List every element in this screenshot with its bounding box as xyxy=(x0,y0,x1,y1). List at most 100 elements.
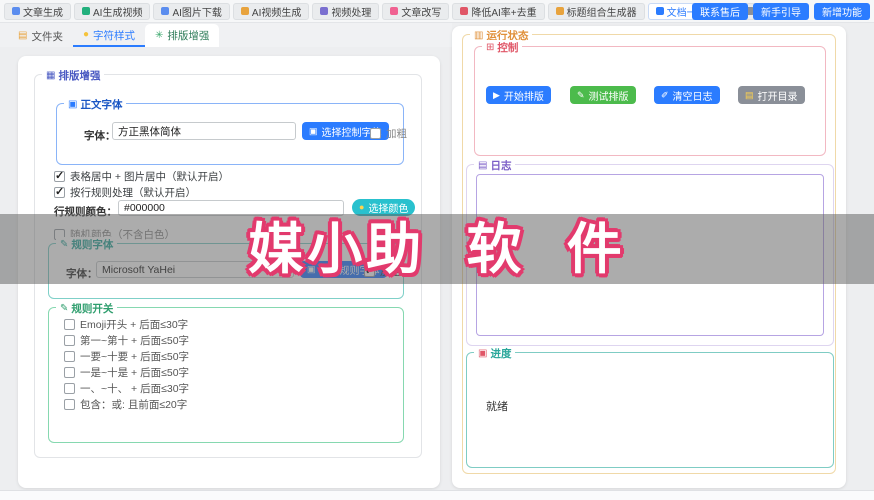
checkbox-checked-icon xyxy=(54,169,65,182)
button-label: 清空日志 xyxy=(672,91,713,103)
rule-emoji-checkbox[interactable]: Emoji开头 + 后面≤30字 xyxy=(64,317,188,332)
article-icon xyxy=(12,7,20,15)
legend-text: 正文字体 xyxy=(80,99,123,111)
button-label: 开始排版 xyxy=(503,91,544,103)
rule-first-tenth-checkbox[interactable]: 第一~第十 + 后面≤50字 xyxy=(64,333,189,348)
line-color-input[interactable] xyxy=(118,200,344,216)
test-format-button[interactable]: ✎ 测试排版 xyxy=(570,86,636,104)
tab-label: AI生成视频 xyxy=(93,7,143,19)
dedup-icon xyxy=(460,7,469,15)
sparkle-icon: ✳ xyxy=(155,29,164,41)
rule-switch-legend: ✎ 规则开关 xyxy=(56,301,118,316)
sub-tab-char-style[interactable]: ● 字符样式 xyxy=(72,25,145,47)
progress-status-text: 就绪 xyxy=(486,401,508,413)
new-features-button[interactable]: 新增功能 xyxy=(814,3,870,20)
legend-text: 日志 xyxy=(490,160,512,172)
checkbox-label: 按行规则处理（默认开启） xyxy=(70,187,196,199)
contact-support-button[interactable]: 联系售后 xyxy=(692,3,748,20)
pencil-icon: ✎ xyxy=(577,89,585,100)
monitor-icon: ▣ xyxy=(307,264,316,274)
tab-video-process[interactable]: 视频处理 xyxy=(312,2,380,20)
rule-font-bold-checkbox[interactable]: 加粗 xyxy=(364,264,401,279)
emoji-icon: ● xyxy=(82,29,89,40)
pencil-icon: ✎ xyxy=(60,302,69,314)
legend-text: 排版增强 xyxy=(58,70,101,82)
tab-article-rewrite[interactable]: 文章改写 xyxy=(382,2,450,20)
tab-label: 文章生成 xyxy=(23,7,63,19)
checkbox-icon xyxy=(64,351,75,362)
brush-icon: ✐ xyxy=(661,89,669,100)
legend-text: 进度 xyxy=(490,348,512,360)
rule-yiyao-checkbox[interactable]: 一要~十要 + 后面≤50字 xyxy=(64,349,189,364)
beginner-guide-button[interactable]: 新手引导 xyxy=(753,3,809,20)
video-process-icon xyxy=(320,7,329,15)
top-right-buttons: 联系售后 新手引导 新增功能 xyxy=(692,3,870,20)
log-output-area[interactable] xyxy=(476,174,824,336)
bottom-status-bar xyxy=(0,490,874,500)
line-color-label: 行规则颜色： xyxy=(54,206,117,218)
sub-tab-label: 文件夹 xyxy=(31,30,63,43)
checkbox-label: 加粗 xyxy=(386,128,407,140)
rule-font-input[interactable] xyxy=(96,261,294,278)
open-directory-button[interactable]: ▤ 打开目录 xyxy=(738,86,805,104)
sub-tab-label: 排版增强 xyxy=(167,30,210,42)
ai-video-icon xyxy=(82,7,90,15)
play-icon: ▶ xyxy=(493,89,500,100)
body-font-bold-checkbox[interactable]: 加粗 xyxy=(370,126,407,141)
tab-label: 视频处理 xyxy=(331,7,372,19)
rule-yishi-checkbox[interactable]: 一是~十是 + 后面≤50字 xyxy=(64,365,189,380)
font-icon: ▣ xyxy=(68,98,78,110)
legend-text: 控制 xyxy=(497,42,519,54)
tab-reduce-ai-dedup[interactable]: 降低AI率+去重 xyxy=(452,2,545,20)
clear-log-button[interactable]: ✐ 清空日志 xyxy=(654,86,720,104)
rule-numbered-checkbox[interactable]: 一、~十、 + 后面≤30字 xyxy=(64,381,189,396)
tab-article-generate[interactable]: 文章生成 xyxy=(4,2,71,20)
checkbox-label: 加粗 xyxy=(380,266,401,278)
sub-tab-folder[interactable]: ▤ 文件夹 xyxy=(8,25,73,47)
tab-ai-image-download[interactable]: AI图片下载 xyxy=(153,2,230,20)
folder-icon: ▤ xyxy=(745,89,754,100)
progress-group xyxy=(466,352,834,468)
body-font-legend: ▣ 正文字体 xyxy=(64,97,127,112)
checkbox-label: 表格居中 + 图片居中（默认开启） xyxy=(70,171,229,183)
tab-title-combo-generator[interactable]: 标题组合生成器 xyxy=(547,2,645,20)
tab-ai-generate-video[interactable]: AI生成视频 xyxy=(74,2,151,20)
sub-tab-label: 字符样式 xyxy=(93,29,135,42)
checkbox-icon xyxy=(64,383,75,394)
checkbox-icon xyxy=(64,367,75,378)
clipboard-icon: ▦ xyxy=(46,69,56,81)
combo-icon xyxy=(555,7,564,15)
button-label: 测试排版 xyxy=(588,91,629,103)
image-download-icon xyxy=(161,7,170,15)
start-format-button[interactable]: ▶ 开始排版 xyxy=(486,86,551,104)
pick-color-button[interactable]: ● 选择颜色 xyxy=(352,199,416,216)
sub-tab-format-enhance[interactable]: ✳ 排版增强 xyxy=(145,24,220,47)
checkbox-icon xyxy=(64,399,75,410)
grid-icon: ⊞ xyxy=(486,41,495,53)
tab-label: 标题组合生成器 xyxy=(566,7,637,19)
checkbox-label: 包含：或: 且前面≤20字 xyxy=(80,399,188,411)
center-table-image-checkbox[interactable]: 表格居中 + 图片居中（默认开启） xyxy=(54,169,229,184)
body-font-input[interactable] xyxy=(112,122,296,140)
body-font-label: 字体： xyxy=(84,130,116,142)
legend-text: 规则字体 xyxy=(71,239,114,251)
tab-ai-video-generate[interactable]: AI视频生成 xyxy=(232,2,310,20)
checkbox-icon xyxy=(370,128,381,139)
monitor-icon: ▣ xyxy=(309,125,318,136)
checkbox-label: 第一~第十 + 后面≤50字 xyxy=(80,335,190,347)
folder-icon: ▤ xyxy=(18,30,28,41)
control-legend: ⊞ 控制 xyxy=(482,40,523,55)
app-window: 文章生成 AI生成视频 AI图片下载 AI视频生成 视频处理 文章改写 降低AI… xyxy=(0,0,874,500)
line-rule-process-checkbox[interactable]: 按行规则处理（默认开启） xyxy=(54,185,196,200)
tab-label: AI图片下载 xyxy=(172,7,222,19)
video-generate-icon xyxy=(240,7,249,15)
tab-label: 降低AI率+去重 xyxy=(471,7,537,19)
rule-colon-checkbox[interactable]: 包含：或: 且前面≤20字 xyxy=(64,397,187,412)
check-box-icon: ▣ xyxy=(478,347,488,359)
log-icon: ▤ xyxy=(478,159,488,171)
sub-tab-bar: ▤ 文件夹 ● 字符样式 ✳ 排版增强 xyxy=(0,23,452,47)
checkbox-icon xyxy=(64,335,75,346)
checkbox-icon xyxy=(64,319,75,330)
palette-icon: ● xyxy=(359,202,365,212)
button-label: 选择颜色 xyxy=(368,204,409,215)
